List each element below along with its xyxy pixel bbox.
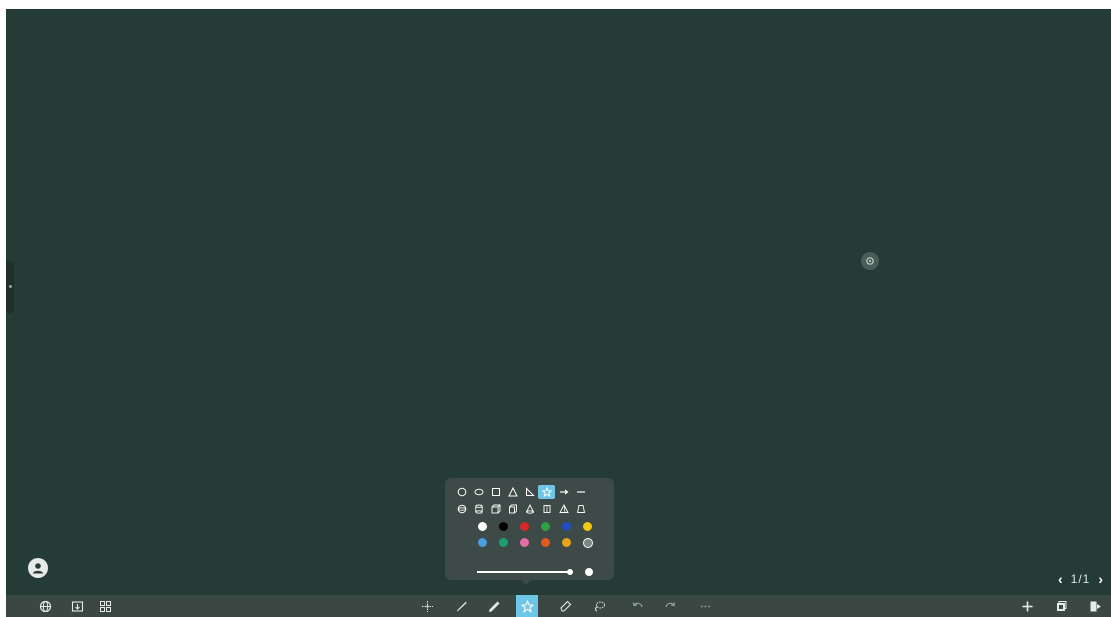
- shape-icon[interactable]: [516, 595, 538, 617]
- cube-icon[interactable]: [487, 502, 504, 516]
- cylinder-icon[interactable]: [470, 502, 487, 516]
- color-swatch-red[interactable]: [520, 522, 529, 531]
- handle-grip-icon: [9, 285, 12, 288]
- whiteboard-canvas[interactable]: ‹ 1/1 ›: [6, 9, 1111, 617]
- move-icon[interactable]: [418, 597, 436, 615]
- stroke-size-preview: [585, 568, 593, 576]
- frustum-icon[interactable]: [572, 502, 589, 516]
- color-row-1: [478, 522, 604, 531]
- color-swatch-amber[interactable]: [562, 538, 571, 547]
- more-icon[interactable]: [696, 597, 714, 615]
- ellipse-icon[interactable]: [470, 485, 487, 499]
- circle-icon[interactable]: [453, 485, 470, 499]
- globe-icon[interactable]: [36, 597, 54, 615]
- pen-icon[interactable]: [452, 597, 470, 615]
- color-swatch-teal[interactable]: [499, 538, 508, 547]
- pyramid-icon[interactable]: [555, 502, 572, 516]
- shape-row-2d: [453, 485, 589, 499]
- color-swatch-orange[interactable]: [541, 538, 550, 547]
- eraser-icon[interactable]: [556, 597, 574, 615]
- import-icon[interactable]: [68, 597, 86, 615]
- cuboid-icon[interactable]: [504, 502, 521, 516]
- slider-knob[interactable]: [567, 569, 573, 575]
- highlighter-icon[interactable]: [484, 597, 502, 615]
- color-picker-icon[interactable]: [583, 538, 593, 548]
- chevron-left-icon[interactable]: ‹: [1050, 571, 1071, 587]
- color-swatch-pink[interactable]: [520, 538, 529, 547]
- color-row-2: [478, 538, 593, 548]
- color-swatch-blue[interactable]: [562, 522, 571, 531]
- right-triangle-icon[interactable]: [521, 485, 538, 499]
- arrow-icon[interactable]: [555, 485, 572, 499]
- prism-icon[interactable]: [538, 502, 555, 516]
- gear-icon: [866, 257, 874, 265]
- user-account-button[interactable]: [28, 558, 48, 578]
- settings-icon[interactable]: [861, 252, 879, 270]
- star-icon[interactable]: [538, 485, 555, 499]
- page-preview-icon[interactable]: [1052, 597, 1070, 615]
- add-page-icon[interactable]: [1018, 597, 1036, 615]
- color-swatch-green[interactable]: [541, 522, 550, 531]
- side-drawer-handle[interactable]: [6, 261, 14, 313]
- chevron-right-icon[interactable]: ›: [1090, 571, 1111, 587]
- user-icon: [32, 563, 44, 574]
- sphere-icon[interactable]: [453, 502, 470, 516]
- page-indicator: 1/1: [1070, 572, 1091, 586]
- redo-icon[interactable]: [661, 597, 679, 615]
- square-icon[interactable]: [487, 485, 504, 499]
- shape-panel: [445, 478, 614, 585]
- exit-icon[interactable]: [1086, 597, 1104, 615]
- shape-row-3d: [453, 502, 589, 516]
- triangle-icon[interactable]: [504, 485, 521, 499]
- lasso-icon[interactable]: [590, 597, 608, 615]
- bottom-toolbar: [6, 595, 1111, 617]
- color-swatch-yellow[interactable]: [583, 522, 592, 531]
- stroke-width-slider[interactable]: [477, 569, 573, 575]
- line-icon[interactable]: [572, 485, 589, 499]
- page-navigation: ‹ 1/1 ›: [1050, 570, 1111, 588]
- color-swatch-black[interactable]: [499, 522, 508, 531]
- grid-icon[interactable]: [96, 597, 114, 615]
- cone-icon[interactable]: [521, 502, 538, 516]
- color-swatch-light-blue[interactable]: [478, 538, 487, 547]
- undo-icon[interactable]: [628, 597, 646, 615]
- color-swatch-white[interactable]: [478, 522, 487, 531]
- panel-pointer: [521, 580, 531, 585]
